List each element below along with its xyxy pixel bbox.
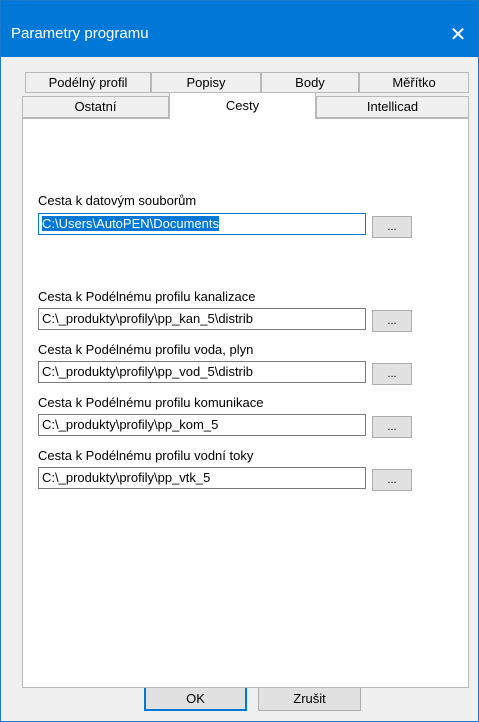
komunikace-path-input[interactable]: C:\_produkty\profily\pp_kom_5 <box>38 414 366 436</box>
data-path-input[interactable]: C:\Users\AutoPEN\Documents <box>38 213 366 235</box>
title-bar[interactable]: Parametry programu ✕ <box>1 1 478 57</box>
dialog-window: Parametry programu ✕ Podélný profil Popi… <box>0 0 479 722</box>
ok-button[interactable]: OK <box>144 686 247 711</box>
browse-kanalizace-button[interactable]: ... <box>372 310 412 332</box>
field-label-komunikace: Cesta k Podélnému profilu komunikace <box>38 395 264 410</box>
tab-body[interactable]: Body <box>261 72 359 93</box>
cancel-button[interactable]: Zrušit <box>258 686 361 711</box>
browse-komunikace-button[interactable]: ... <box>372 416 412 438</box>
field-label-voda-plyn: Cesta k Podélnému profilu voda, plyn <box>38 342 254 357</box>
selected-text: C:\Users\AutoPEN\Documents <box>42 216 220 231</box>
tab-ostatni[interactable]: Ostatní <box>22 96 169 118</box>
close-icon[interactable]: ✕ <box>438 17 478 53</box>
tab-cesty[interactable]: Cesty <box>169 92 316 119</box>
vodni-toky-path-input[interactable]: C:\_produkty\profily\pp_vtk_5 <box>38 467 366 489</box>
field-label-data-path: Cesta k datovým souborům <box>38 193 197 208</box>
kanalizace-path-input[interactable]: C:\_produkty\profily\pp_kan_5\distrib <box>38 308 366 330</box>
tab-meritko[interactable]: Měřítko <box>359 72 469 93</box>
tab-popisy[interactable]: Popisy <box>151 72 261 93</box>
browse-data-path-button[interactable]: ... <box>372 216 412 238</box>
window-title: Parametry programu <box>11 25 149 42</box>
browse-voda-plyn-button[interactable]: ... <box>372 363 412 385</box>
field-label-kanalizace: Cesta k Podélnému profilu kanalizace <box>38 289 256 304</box>
browse-vodni-toky-button[interactable]: ... <box>372 469 412 491</box>
tab-podelny-profil[interactable]: Podélný profil <box>25 72 151 93</box>
tab-intellicad[interactable]: Intellicad <box>316 96 469 118</box>
voda-plyn-path-input[interactable]: C:\_produkty\profily\pp_vod_5\distrib <box>38 361 366 383</box>
field-label-vodni-toky: Cesta k Podélnému profilu vodní toky <box>38 448 254 463</box>
